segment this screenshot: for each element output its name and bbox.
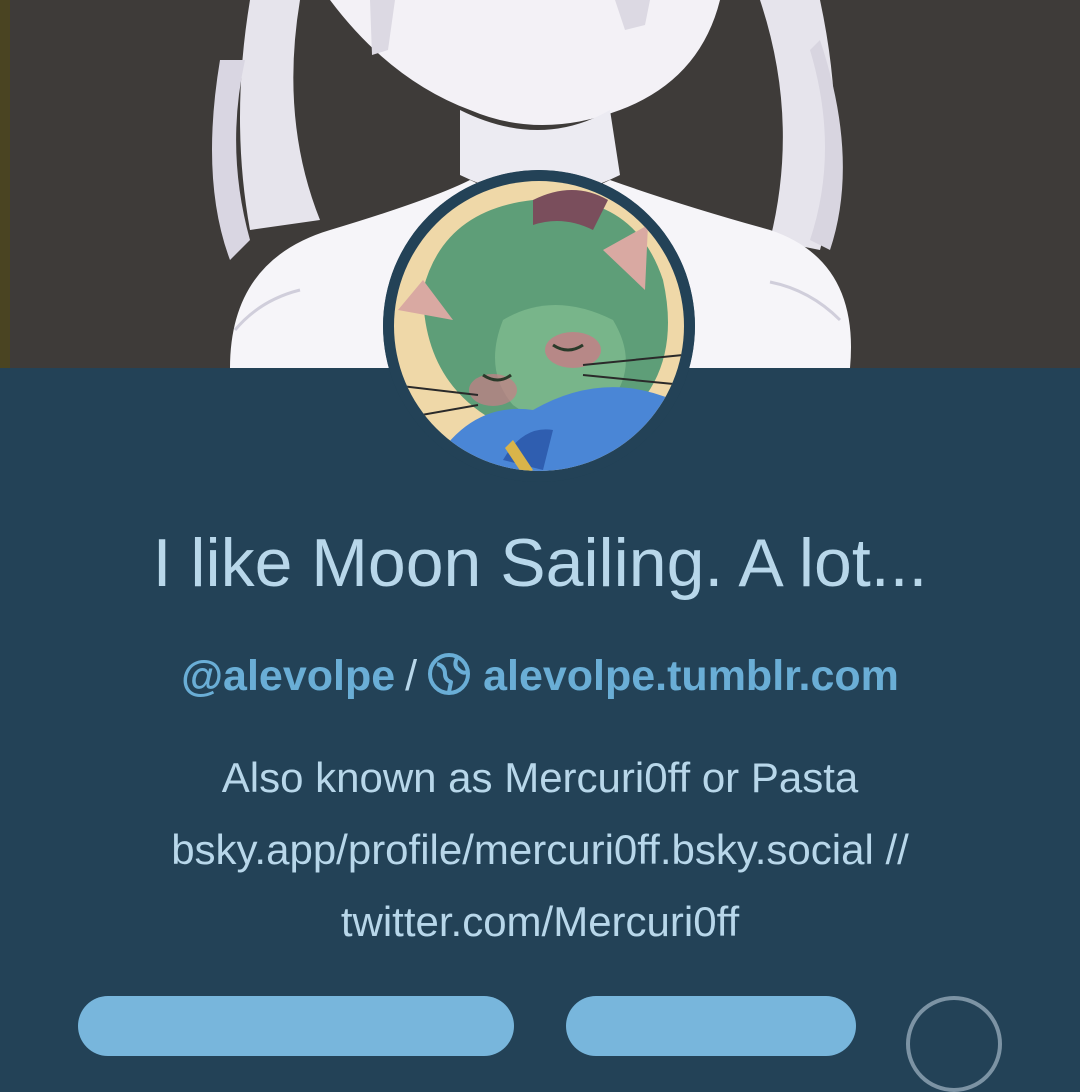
website-link[interactable]: alevolpe.tumblr.com — [427, 652, 899, 700]
avatar[interactable] — [383, 170, 695, 482]
message-button[interactable] — [566, 996, 856, 1056]
bio-line-link[interactable]: bsky.app/profile/mercuri0ff.bsky.social … — [0, 814, 1080, 886]
handle-link[interactable]: @alevolpe — [181, 652, 395, 700]
bio-line-link[interactable]: twitter.com/Mercuri0ff — [0, 886, 1080, 958]
website-label: alevolpe.tumblr.com — [483, 652, 899, 700]
follow-button[interactable] — [78, 996, 514, 1056]
globe-icon — [428, 653, 471, 695]
handle-line: @alevolpe / alevolpe.tumblr.com — [0, 648, 1080, 704]
more-options-button[interactable] — [906, 996, 1002, 1092]
bio-line: Also known as Mercuri0ff or Pasta — [221, 754, 859, 801]
separator: / — [405, 652, 418, 700]
bio: Also known as Mercuri0ff or Pasta bsky.a… — [0, 742, 1080, 958]
blog-title: I like Moon Sailing. A lot... — [152, 525, 928, 601]
